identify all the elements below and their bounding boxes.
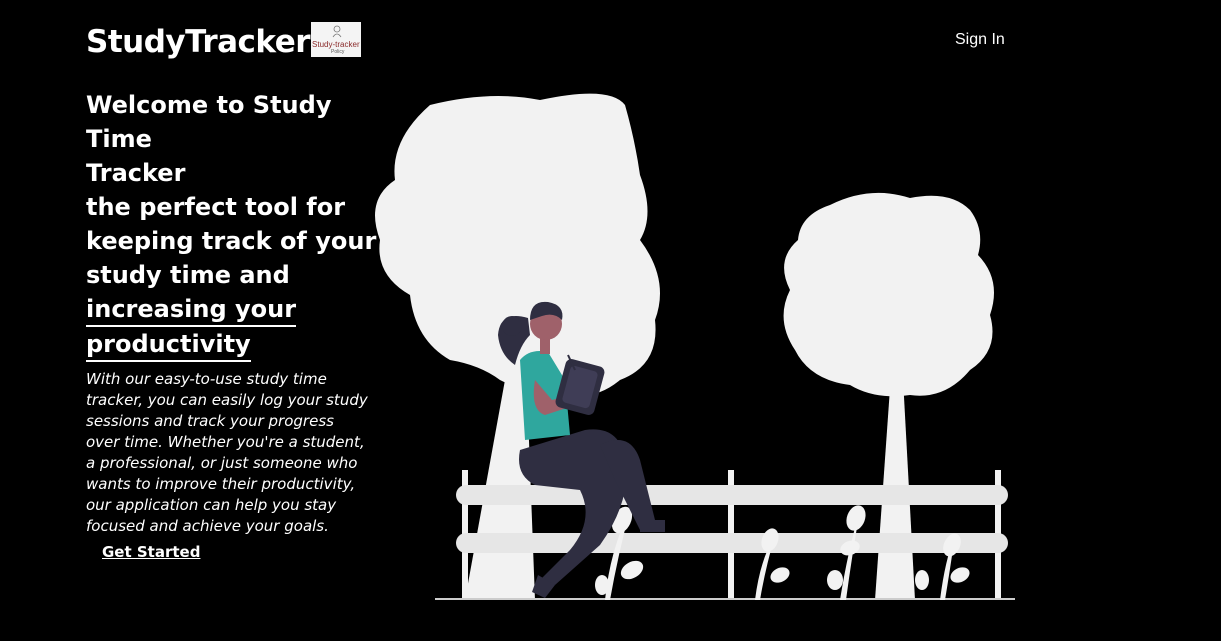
fence-rail <box>456 533 1008 553</box>
landing-page: StudyTracker Study-tracker Policy Sign I… <box>0 0 1221 641</box>
headline-line: the perfect tool for <box>86 193 346 221</box>
get-started-button[interactable]: Get Started <box>102 543 200 561</box>
fence-rail <box>456 485 1008 505</box>
logo-figure-icon <box>332 25 342 38</box>
headline-line: study time and <box>86 261 290 289</box>
hero-illustration <box>375 93 1015 600</box>
headline-highlight: productivity <box>86 328 251 362</box>
hero-headline: Welcome to Study Time Tracker the perfec… <box>86 88 386 362</box>
brand-name[interactable]: StudyTracker <box>86 22 311 62</box>
sign-in-link[interactable]: Sign In <box>955 31 1005 49</box>
headline-line: Welcome to Study Time <box>86 91 332 153</box>
hero-description: With our easy-to-use study time tracker,… <box>86 370 368 535</box>
small-tree-canopy <box>783 192 994 397</box>
brand[interactable]: StudyTracker Study-tracker Policy <box>86 22 362 62</box>
logo-text: Study-tracker <box>312 40 360 49</box>
headline-line: keeping track of your <box>86 227 377 255</box>
brand-logo-image: Study-tracker Policy <box>311 22 362 57</box>
logo-subtext: Policy <box>331 49 345 55</box>
headline-line: Tracker <box>86 159 186 187</box>
headline-highlight: increasing your <box>86 293 297 327</box>
small-tree-trunk <box>875 360 915 600</box>
